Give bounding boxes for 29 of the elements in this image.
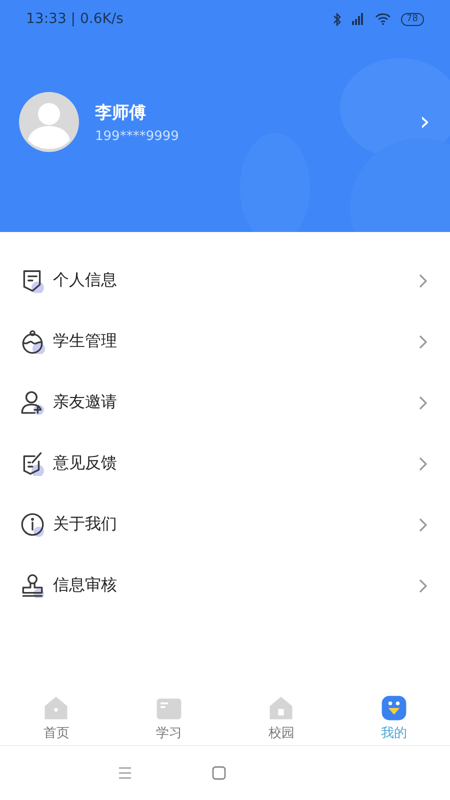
user-name: 李师傅	[95, 102, 147, 124]
menu-icon[interactable]	[118, 767, 132, 779]
chevron-icon	[418, 394, 428, 410]
chevron-icon	[418, 334, 428, 350]
phone-number: 199****9999	[95, 128, 180, 144]
status-time: 13:33 | 0.6K/s	[26, 11, 124, 27]
home-icon[interactable]	[212, 766, 226, 780]
chevron-icon	[418, 456, 428, 472]
menu-item[interactable]: 亲友邀请	[0, 372, 450, 433]
info-icon	[20, 512, 45, 537]
menu-item[interactable]: 信息审核	[0, 555, 450, 616]
bag-icon	[20, 329, 45, 354]
menu-item[interactable]: 学生管理	[0, 311, 450, 372]
chevron-icon	[418, 578, 428, 594]
stamp-icon	[20, 573, 45, 598]
menu-item[interactable]: 关于我们	[0, 494, 450, 555]
user-add-icon	[20, 390, 45, 415]
battery-icon: 78	[400, 12, 424, 26]
bluetooth-icon	[332, 12, 341, 26]
tab[interactable]: 校园	[225, 689, 338, 745]
chevron-icon	[418, 272, 428, 288]
wifi-icon	[374, 13, 391, 25]
tab[interactable]: 首页	[0, 689, 112, 745]
menu-item[interactable]: 意见反馈	[0, 433, 450, 494]
tab[interactable]: 学习	[112, 689, 225, 745]
avatar-icon	[19, 92, 79, 152]
menu-item[interactable]: 个人信息	[0, 250, 450, 311]
signal-icon	[350, 13, 365, 25]
chevron-icon	[418, 516, 428, 532]
